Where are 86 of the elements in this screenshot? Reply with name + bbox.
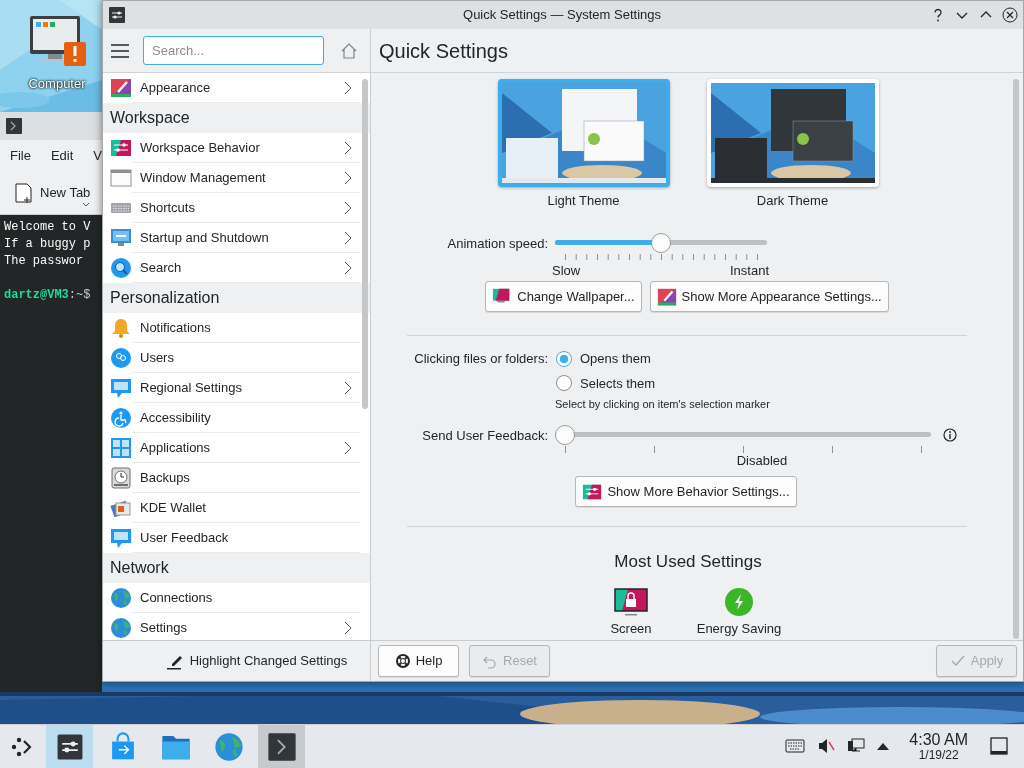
expand-icon[interactable] (877, 742, 890, 751)
lock-screen-icon[interactable] (614, 586, 648, 617)
page-title: Quick Settings (379, 38, 508, 64)
slider[interactable] (555, 232, 767, 253)
palette-icon[interactable] (656, 286, 677, 307)
section-header: Network (103, 553, 370, 583)
menu-item[interactable]: V (93, 146, 103, 166)
close-icon[interactable] (1001, 7, 1018, 23)
sidebar-item[interactable]: Startup and Shutdown (103, 223, 370, 253)
sidebar-item[interactable]: KDE Wallet (103, 493, 370, 523)
terminal-text: If a buggy p (4, 236, 92, 253)
sidebar-item[interactable]: Applications (103, 433, 370, 463)
slider-label: Slow (552, 261, 581, 280)
sidebar-item[interactable]: Regional Settings (103, 373, 370, 403)
section-header: Workspace (103, 103, 370, 133)
sidebar-item[interactable]: Connections (103, 583, 370, 613)
sidebar-item[interactable]: Backups (103, 463, 370, 493)
terminal-text: The passwor (4, 253, 85, 270)
scrollbar[interactable] (1013, 79, 1019, 639)
keyboard-icon[interactable] (785, 739, 806, 754)
bell-icon (110, 317, 132, 339)
show-desktop-icon[interactable] (990, 737, 1008, 756)
menu-item[interactable]: File (10, 146, 31, 166)
theme-label: Light Theme (547, 192, 620, 210)
sidebar-item[interactable]: Notifications (103, 313, 370, 343)
search-field[interactable]: Search... (143, 36, 324, 65)
slider-label: Instant (729, 261, 769, 280)
button[interactable]: Show More Appearance Settings... (649, 281, 889, 312)
field-label: Animation speed: (446, 234, 548, 253)
terminal-icon (5, 117, 23, 135)
settings-shortcut-label[interactable]: Energy Saving (696, 620, 782, 637)
globe-icon (110, 587, 132, 609)
field-label: Clicking files or folders: (413, 350, 548, 368)
info-icon[interactable] (943, 427, 957, 442)
radio-button[interactable] (556, 375, 572, 392)
clock[interactable]: 4:30 AM 1/19/22 (909, 731, 968, 762)
section-header: Personalization (103, 283, 370, 313)
sidebar-item[interactable]: Window Management (103, 163, 370, 193)
search-icon (110, 257, 132, 279)
help-button[interactable]: Help (378, 645, 459, 677)
prompt-text: dartz@VM3:~$ (4, 287, 92, 304)
sidebar-item[interactable]: Users (103, 343, 370, 373)
sidebar-item[interactable]: Workspace Behavior (103, 133, 370, 163)
sidebar-item[interactable]: Shortcuts (103, 193, 370, 223)
monitor-icon (110, 227, 132, 249)
sidebar-item[interactable]: Settings (103, 613, 370, 640)
sliders-icon (110, 137, 132, 159)
globe-icon (110, 617, 132, 639)
window-title: Quick Settings — System Settings (462, 6, 662, 25)
clock-icon (110, 467, 132, 489)
button[interactable]: Change Wallpaper... (485, 281, 642, 312)
terminal-icon[interactable] (266, 731, 297, 762)
speech-bubble-icon (110, 377, 132, 399)
option-label[interactable]: Opens them (580, 349, 651, 369)
taskbar-button[interactable] (46, 724, 93, 768)
muted-speaker-icon[interactable] (817, 737, 836, 756)
slider[interactable] (555, 424, 931, 445)
home-icon[interactable] (340, 41, 358, 60)
lifebuoy-icon[interactable] (394, 653, 411, 669)
settings-shortcut-label[interactable]: Screen (610, 620, 652, 637)
button[interactable]: Show More Behavior Settings... (575, 476, 797, 507)
speech-bubble-icon (110, 527, 132, 549)
users-icon (110, 347, 132, 369)
caret-icon[interactable] (82, 201, 91, 207)
terminal-text: Welcome to V (4, 219, 92, 236)
taskbar-button[interactable] (258, 724, 305, 768)
hint-text: Select by clicking on item's selection marker (555, 397, 771, 412)
palette-icon (110, 77, 132, 99)
scrollbar[interactable] (362, 79, 368, 409)
globe-icon[interactable] (213, 731, 244, 762)
radio-button[interactable] (556, 350, 572, 367)
field-label: Send User Feedback: (421, 426, 548, 445)
section-title: Most Used Settings (614, 552, 762, 571)
accessibility-icon (110, 407, 132, 429)
new-tab-icon[interactable] (14, 182, 34, 204)
settings-icon[interactable] (55, 732, 84, 761)
sidebar-item[interactable]: Accessibility (103, 403, 370, 433)
slider-value: Disabled (736, 452, 788, 468)
highlight-button[interactable]: Highlight Changed Settings (159, 650, 354, 672)
option-label[interactable]: Selects them (580, 373, 656, 393)
grid-icon (110, 437, 132, 459)
window-icon (110, 167, 132, 189)
theme-label: Dark Theme (756, 192, 829, 210)
app-icon (108, 6, 126, 24)
menu-icon[interactable] (111, 43, 129, 58)
menu-item[interactable]: Edit (50, 146, 74, 166)
